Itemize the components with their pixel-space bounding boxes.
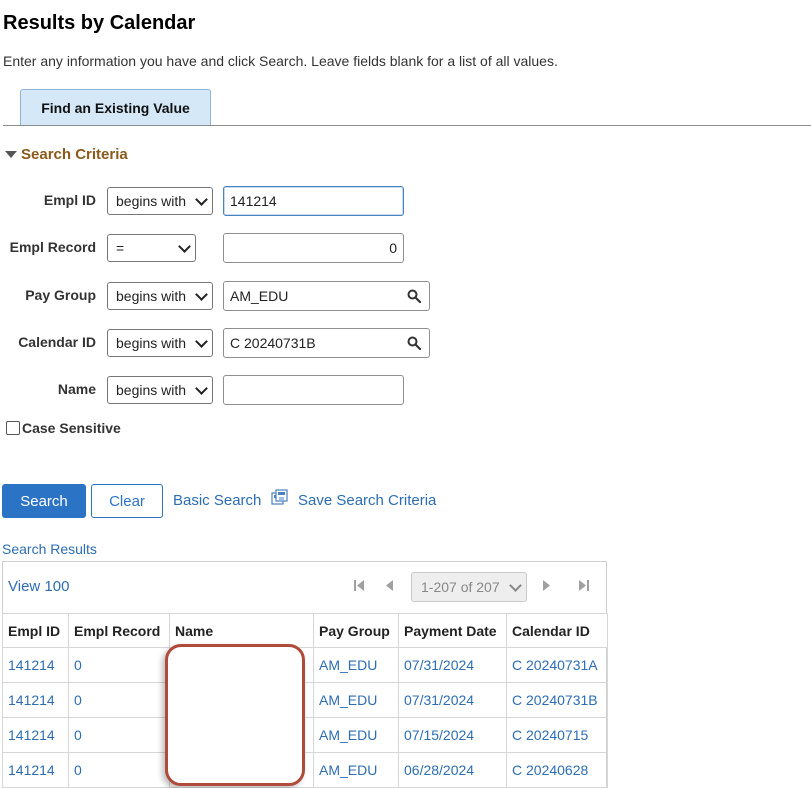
table-row[interactable]: 141214 0 AM_EDU 07/31/2024 C 20240731A: [2, 647, 608, 683]
search-criteria-label: Search Criteria: [21, 146, 128, 163]
last-page-icon[interactable]: [578, 579, 590, 592]
calendar-id-label: Calendar ID: [18, 334, 96, 350]
cell-calendar-id[interactable]: C 20240715: [506, 717, 608, 753]
chevron-down-icon: [509, 578, 522, 592]
view-100-link[interactable]: View 100: [8, 578, 69, 595]
search-icon[interactable]: [407, 289, 421, 303]
empl-id-operator-value: begins with: [116, 193, 187, 209]
pay-group-operator-value: begins with: [116, 288, 187, 304]
cell-payment-date[interactable]: 07/31/2024: [398, 682, 507, 718]
cell-pay-group[interactable]: AM_EDU: [313, 752, 399, 788]
calendar-id-operator-value: begins with: [116, 335, 187, 351]
chevron-down-icon: [195, 287, 208, 301]
next-page-icon[interactable]: [542, 579, 552, 592]
previous-page-icon[interactable]: [384, 579, 394, 592]
collapse-triangle-icon: [5, 151, 17, 158]
cell-empl-id[interactable]: 141214: [2, 717, 69, 753]
empl-record-input[interactable]: 0: [223, 233, 404, 263]
col-empl-id[interactable]: Empl ID: [2, 613, 69, 648]
pager-value: 1-207 of 207: [421, 579, 500, 595]
cell-empl-record[interactable]: 0: [68, 717, 170, 753]
col-empl-record[interactable]: Empl Record: [68, 613, 170, 648]
pay-group-label: Pay Group: [25, 287, 96, 303]
search-icon[interactable]: [407, 336, 421, 350]
cell-empl-record[interactable]: 0: [68, 752, 170, 788]
pay-group-input[interactable]: AM_EDU: [223, 281, 430, 311]
cell-empl-id[interactable]: 141214: [2, 682, 69, 718]
chevron-down-icon: [195, 192, 208, 206]
search-button[interactable]: Search: [2, 484, 86, 518]
pay-group-operator-select[interactable]: begins with: [107, 282, 213, 310]
cell-pay-group[interactable]: AM_EDU: [313, 717, 399, 753]
first-page-icon[interactable]: [353, 579, 365, 592]
chevron-down-icon: [195, 334, 208, 348]
save-search-criteria-link[interactable]: Save Search Criteria: [298, 492, 436, 509]
basic-search-link[interactable]: Basic Search: [173, 492, 261, 509]
table-row[interactable]: 141214 0 AM_EDU 07/31/2024 C 20240731B: [2, 682, 608, 718]
name-label: Name: [57, 381, 96, 397]
case-sensitive-label: Case Sensitive: [22, 420, 121, 436]
name-operator-value: begins with: [116, 382, 187, 398]
pay-group-value: AM_EDU: [230, 288, 289, 304]
cell-payment-date[interactable]: 07/15/2024: [398, 717, 507, 753]
cell-empl-id[interactable]: 141214: [2, 647, 69, 683]
col-name[interactable]: Name: [169, 613, 314, 648]
results-header-row: Empl ID Empl Record Name Pay Group Payme…: [2, 613, 608, 648]
search-criteria-header[interactable]: Search Criteria: [5, 146, 128, 163]
cell-calendar-id[interactable]: C 20240731A: [506, 647, 608, 683]
cell-empl-record[interactable]: 0: [68, 682, 170, 718]
page-instructions: Enter any information you have and click…: [3, 53, 558, 69]
calendar-id-operator-select[interactable]: begins with: [107, 329, 213, 357]
empl-id-label: Empl ID: [43, 192, 96, 208]
empl-record-operator-value: =: [116, 240, 125, 256]
save-criteria-icon[interactable]: [271, 489, 289, 506]
chevron-down-icon: [195, 381, 208, 395]
cell-empl-record[interactable]: 0: [68, 647, 170, 683]
col-payment-date[interactable]: Payment Date: [398, 613, 507, 648]
cell-calendar-id[interactable]: C 20240628: [506, 752, 608, 788]
name-operator-select[interactable]: begins with: [107, 376, 213, 404]
cell-payment-date[interactable]: 06/28/2024: [398, 752, 507, 788]
page-title: Results by Calendar: [3, 12, 196, 34]
empl-id-operator-select[interactable]: begins with: [107, 187, 213, 215]
cell-pay-group[interactable]: AM_EDU: [313, 647, 399, 683]
cell-empl-id[interactable]: 141214: [2, 752, 69, 788]
table-row[interactable]: 141214 0 AM_EDU 06/28/2024 C 20240628: [2, 752, 608, 788]
empl-id-value: 141214: [230, 193, 277, 209]
redaction-overlay: [165, 644, 305, 786]
cell-calendar-id[interactable]: C 20240731B: [506, 682, 608, 718]
cell-payment-date[interactable]: 07/31/2024: [398, 647, 507, 683]
empl-record-operator-select[interactable]: =: [107, 234, 196, 262]
name-input[interactable]: [223, 375, 404, 405]
empl-record-value: 0: [389, 240, 397, 256]
table-row[interactable]: 141214 0 AM_EDU 07/15/2024 C 20240715: [2, 717, 608, 753]
tab-find-existing-value[interactable]: Find an Existing Value: [20, 89, 211, 125]
pager-select[interactable]: 1-207 of 207: [411, 572, 527, 602]
calendar-id-value: C 20240731B: [230, 335, 316, 351]
clear-button[interactable]: Clear: [91, 484, 163, 518]
col-calendar-id[interactable]: Calendar ID: [506, 613, 608, 648]
search-results-title: Search Results: [2, 541, 97, 557]
case-sensitive-checkbox[interactable]: [6, 421, 20, 435]
tab-divider: [3, 125, 811, 126]
calendar-id-input[interactable]: C 20240731B: [223, 328, 430, 358]
chevron-down-icon: [178, 239, 191, 253]
empl-id-input[interactable]: 141214: [223, 186, 404, 216]
empl-record-label: Empl Record: [9, 239, 96, 255]
cell-pay-group[interactable]: AM_EDU: [313, 682, 399, 718]
col-pay-group[interactable]: Pay Group: [313, 613, 399, 648]
results-table: Empl ID Empl Record Name Pay Group Payme…: [2, 613, 608, 788]
